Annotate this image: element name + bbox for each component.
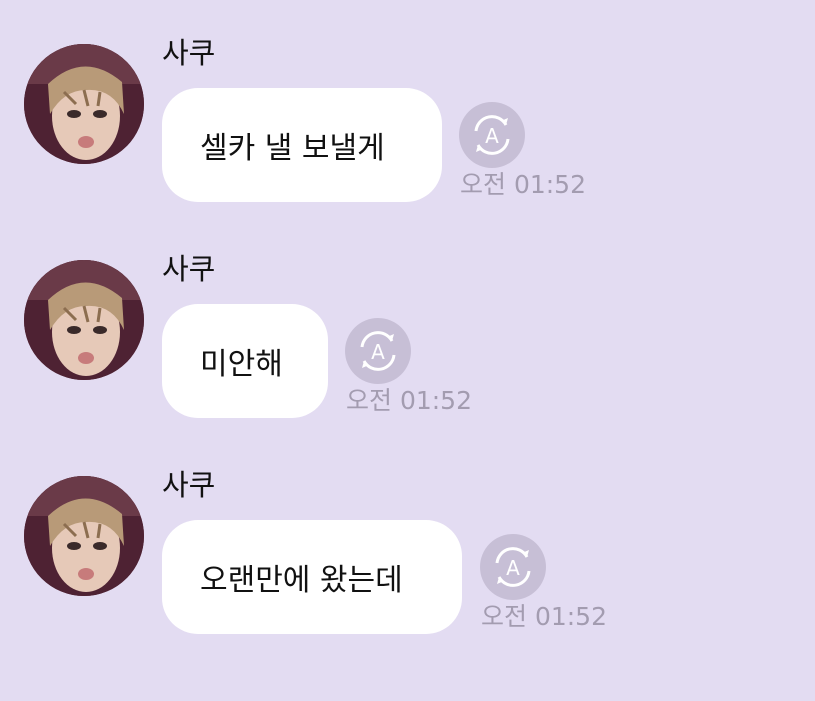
- avatar[interactable]: [24, 476, 144, 596]
- svg-text:A: A: [485, 124, 499, 148]
- sender-name: 사쿠: [162, 252, 216, 286]
- auto-translate-button[interactable]: A: [345, 318, 411, 384]
- svg-text:A: A: [506, 556, 520, 580]
- message-bubble[interactable]: 미안해: [162, 304, 328, 418]
- auto-translate-icon: A: [495, 547, 531, 587]
- avatar-image: [24, 44, 144, 164]
- auto-translate-button[interactable]: A: [480, 534, 546, 600]
- message-timestamp: 오전 01:52: [346, 386, 472, 415]
- auto-translate-button[interactable]: A: [459, 102, 525, 168]
- avatar-image: [24, 476, 144, 596]
- auto-translate-icon: A: [474, 115, 510, 155]
- avatar[interactable]: [24, 260, 144, 380]
- message-timestamp: 오전 01:52: [481, 602, 607, 631]
- message-bubble[interactable]: 셀카 낼 보낼게: [162, 88, 442, 202]
- avatar[interactable]: [24, 44, 144, 164]
- message-timestamp: 오전 01:52: [460, 170, 586, 199]
- chat-message-list: 사쿠 셀카 낼 보낼게 A 오전 01:52 사쿠 미안해 A 오전 01:52…: [0, 0, 815, 701]
- sender-name: 사쿠: [162, 468, 216, 502]
- auto-translate-icon: A: [360, 331, 396, 371]
- avatar-image: [24, 260, 144, 380]
- svg-text:A: A: [371, 340, 385, 364]
- sender-name: 사쿠: [162, 36, 216, 70]
- message-bubble[interactable]: 오랜만에 왔는데: [162, 520, 462, 634]
